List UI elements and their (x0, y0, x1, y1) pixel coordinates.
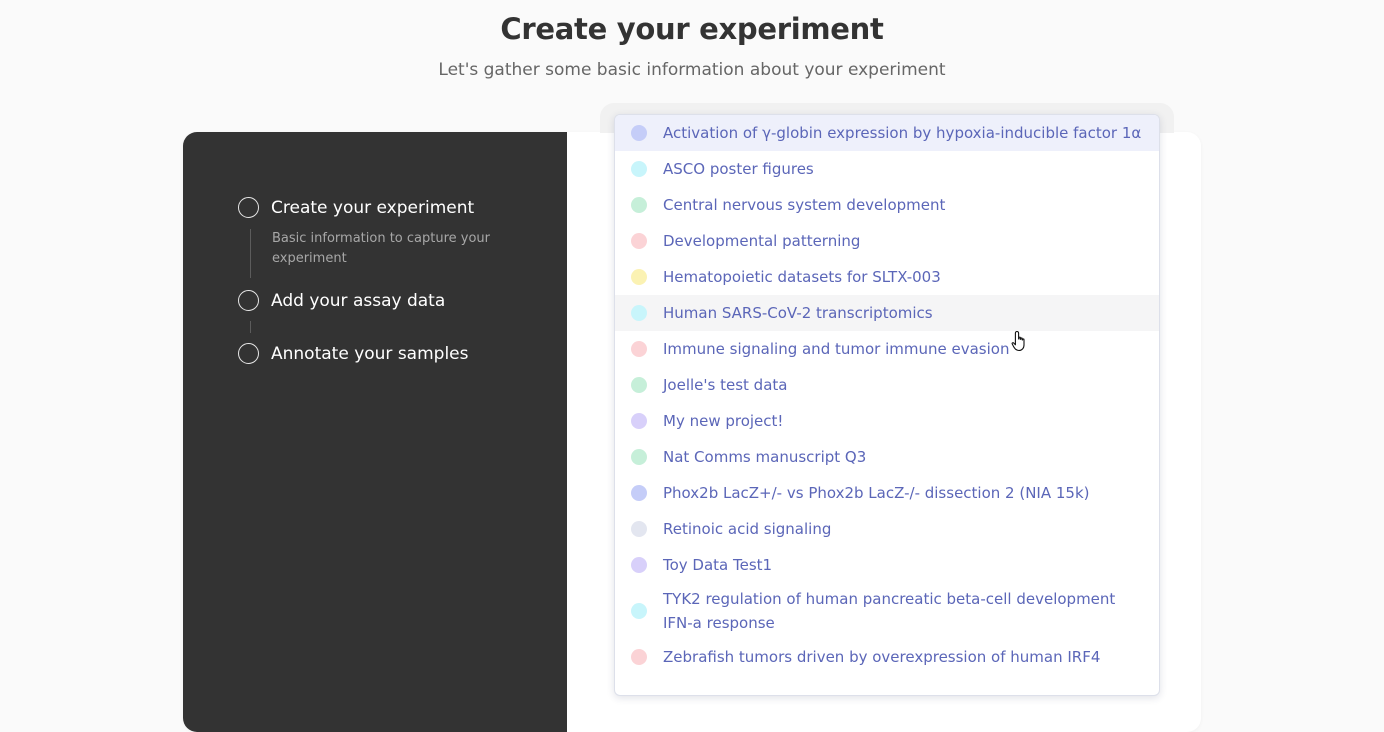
step-description: Basic information to capture your experi… (272, 231, 491, 266)
dropdown-option[interactable]: Human SARS-CoV-2 transcriptomics (615, 295, 1159, 331)
project-color-dot (631, 305, 647, 321)
option-label: TYK2 regulation of human pancreatic beta… (663, 590, 1116, 632)
dropdown-option[interactable]: Phox2b LacZ+/- vs Phox2b LacZ-/- dissect… (615, 475, 1159, 511)
project-color-dot (631, 557, 647, 573)
option-label: Developmental patterning (663, 232, 861, 250)
project-color-dot (631, 269, 647, 285)
option-label: Phox2b LacZ+/- vs Phox2b LacZ-/- dissect… (663, 484, 1090, 502)
stepper-panel: Create your experiment Basic information… (183, 132, 567, 732)
option-label: Hematopoietic datasets for SLTX-003 (663, 268, 941, 286)
option-label: Central nervous system development (663, 196, 946, 214)
option-label: Immune signaling and tumor immune evasio… (663, 340, 1010, 358)
project-color-dot (631, 413, 647, 429)
project-color-dot (631, 649, 647, 665)
dropdown-option[interactable]: Zebrafish tumors driven by overexpressio… (615, 639, 1159, 675)
project-color-dot (631, 233, 647, 249)
option-label: Human SARS-CoV-2 transcriptomics (663, 304, 933, 322)
step-connector (250, 321, 251, 333)
project-color-dot (631, 161, 647, 177)
option-label: My new project! (663, 412, 784, 430)
option-label: Toy Data Test1 (663, 556, 773, 574)
project-dropdown-menu[interactable]: Activation of γ-globin expression by hyp… (614, 114, 1160, 696)
page-title: Create your experiment (500, 12, 884, 46)
step-annotate-samples[interactable]: Annotate your samples (238, 343, 468, 364)
project-color-dot (631, 125, 647, 141)
option-label: Activation of γ-globin expression by hyp… (663, 124, 1142, 142)
dropdown-option[interactable]: Central nervous system development (615, 187, 1159, 223)
step-label: Annotate your samples (271, 343, 469, 364)
project-color-dot (631, 449, 647, 465)
dropdown-option[interactable]: ASCO poster figures (615, 151, 1159, 187)
page-subtitle: Let's gather some basic information abou… (438, 60, 946, 80)
step-label: Create your experiment (271, 197, 475, 218)
option-label: Nat Comms manuscript Q3 (663, 448, 867, 466)
step-circle-icon (238, 197, 259, 218)
dropdown-option[interactable]: Hematopoietic datasets for SLTX-003 (615, 259, 1159, 295)
step-label: Add your assay data (271, 290, 446, 311)
option-label: Zebrafish tumors driven by overexpressio… (663, 648, 1101, 666)
dropdown-option[interactable]: Immune signaling and tumor immune evasio… (615, 331, 1159, 367)
hand-pointer-cursor-icon (1011, 330, 1025, 352)
option-label: ASCO poster figures (663, 160, 814, 178)
step-connector (250, 229, 251, 278)
project-color-dot (631, 377, 647, 393)
option-label: Retinoic acid signaling (663, 520, 832, 538)
dropdown-option[interactable]: Developmental patterning (615, 223, 1159, 259)
dropdown-option[interactable]: Nat Comms manuscript Q3 (615, 439, 1159, 475)
project-color-dot (631, 603, 647, 619)
option-label: Joelle's test data (663, 376, 788, 394)
project-color-dot (631, 197, 647, 213)
dropdown-option[interactable]: Retinoic acid signaling (615, 511, 1159, 547)
step-circle-icon (238, 343, 259, 364)
project-color-dot (631, 521, 647, 537)
dropdown-option[interactable]: My new project! (615, 403, 1159, 439)
dropdown-option[interactable]: Joelle's test data (615, 367, 1159, 403)
project-color-dot (631, 341, 647, 357)
step-add-assay-data[interactable]: Add your assay data (238, 290, 445, 311)
step-circle-icon (238, 290, 259, 311)
step-create-experiment[interactable]: Create your experiment (238, 197, 474, 218)
dropdown-option[interactable]: Toy Data Test1 (615, 547, 1159, 583)
dropdown-option[interactable]: TYK2 regulation of human pancreatic beta… (615, 583, 1159, 639)
dropdown-option[interactable]: Activation of γ-globin expression by hyp… (615, 115, 1159, 151)
project-color-dot (631, 485, 647, 501)
